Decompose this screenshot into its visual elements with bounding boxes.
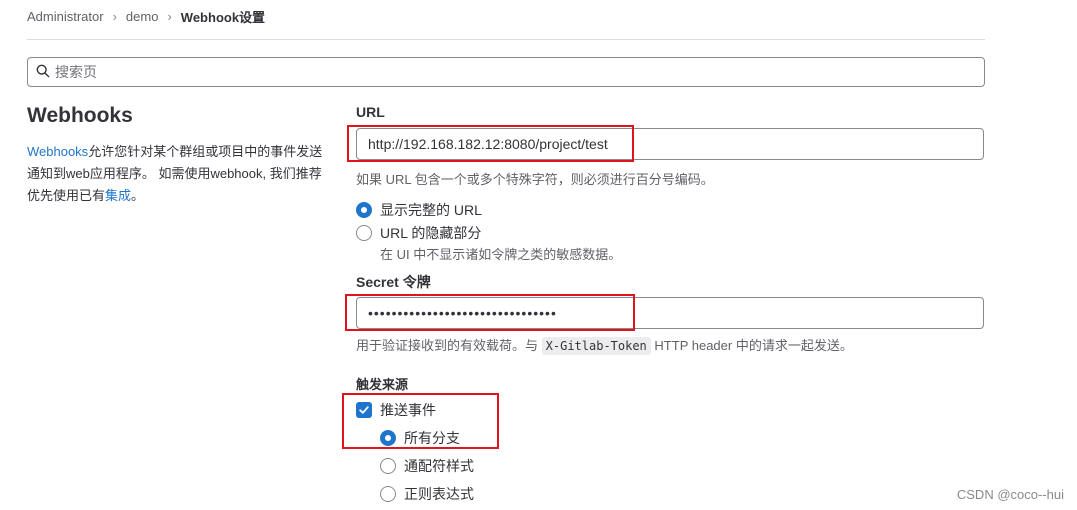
secret-help-text: 用于验证接收到的有效载荷。与 X-Gitlab-Token HTTP heade… (356, 335, 853, 355)
radio-show-full-url[interactable]: 显示完整的 URL (356, 200, 482, 220)
push-events-checkbox[interactable]: 推送事件 (356, 400, 436, 420)
secret-token-input[interactable]: •••••••••••••••••••••••••••••••• (356, 297, 984, 329)
url-input[interactable]: http://192.168.182.12:8080/project/test (356, 128, 984, 160)
trigger-heading: 触发来源 (356, 377, 409, 392)
radio-mask-url[interactable]: URL 的隐藏部分 (356, 223, 481, 243)
watermark: CSDN @coco--hui (956, 487, 1064, 502)
search-input[interactable] (55, 64, 955, 80)
radio-selected-icon[interactable] (356, 202, 372, 218)
breadcrumb-separator-icon: › (112, 8, 117, 24)
radio-wildcard[interactable]: 通配符样式 (380, 456, 474, 476)
url-input-value: http://192.168.182.12:8080/project/test (368, 136, 608, 152)
breadcrumb-item-demo[interactable]: demo (126, 9, 159, 24)
secret-help-after: HTTP header 中的请求一起发送。 (654, 338, 853, 353)
mask-url-help-text: 在 UI 中不显示诸如令牌之类的敏感数据。 (380, 247, 622, 262)
search-box[interactable] (27, 57, 985, 87)
radio-show-full-url-label: 显示完整的 URL (380, 202, 482, 218)
page-title: Webhooks (27, 104, 133, 127)
secret-help-code: X-Gitlab-Token (541, 337, 651, 355)
url-label: URL (356, 104, 385, 120)
checkbox-checked-icon[interactable] (356, 402, 372, 418)
radio-all-branches[interactable]: 所有分支 (380, 428, 460, 448)
breadcrumb-current: Webhook设置 (180, 9, 266, 25)
radio-unselected-icon[interactable] (380, 458, 396, 474)
radio-all-branches-label: 所有分支 (404, 430, 460, 446)
radio-regex-label: 正则表达式 (404, 486, 474, 502)
radio-mask-url-label: URL 的隐藏部分 (380, 225, 482, 241)
secret-token-label: Secret 令牌 (356, 274, 431, 290)
search-icon (36, 64, 50, 81)
url-help-text: 如果 URL 包含一个或多个特殊字符，则必须进行百分号编码。 (356, 172, 714, 187)
webhooks-doc-link[interactable]: Webhooks (27, 144, 88, 159)
push-events-label: 推送事件 (380, 402, 436, 418)
header-divider (27, 39, 985, 40)
radio-unselected-icon[interactable] (380, 486, 396, 502)
breadcrumb: Administrator › demo › Webhook设置 (27, 7, 265, 25)
integrations-link[interactable]: 集成 (105, 188, 131, 203)
radio-wildcard-label: 通配符样式 (404, 458, 474, 474)
intro-description: Webhooks允许您针对某个群组或项目中的事件发送通知到web应用程序。 如需… (27, 141, 327, 207)
radio-unselected-icon[interactable] (356, 225, 372, 241)
radio-regex[interactable]: 正则表达式 (380, 484, 474, 504)
secret-token-value: •••••••••••••••••••••••••••••••• (368, 305, 557, 321)
radio-selected-icon[interactable] (380, 430, 396, 446)
breadcrumb-item-administrator[interactable]: Administrator (27, 9, 104, 24)
intro-text-end: 。 (131, 188, 145, 203)
breadcrumb-separator-icon: › (167, 8, 172, 24)
secret-help-before: 用于验证接收到的有效载荷。与 (356, 338, 539, 353)
